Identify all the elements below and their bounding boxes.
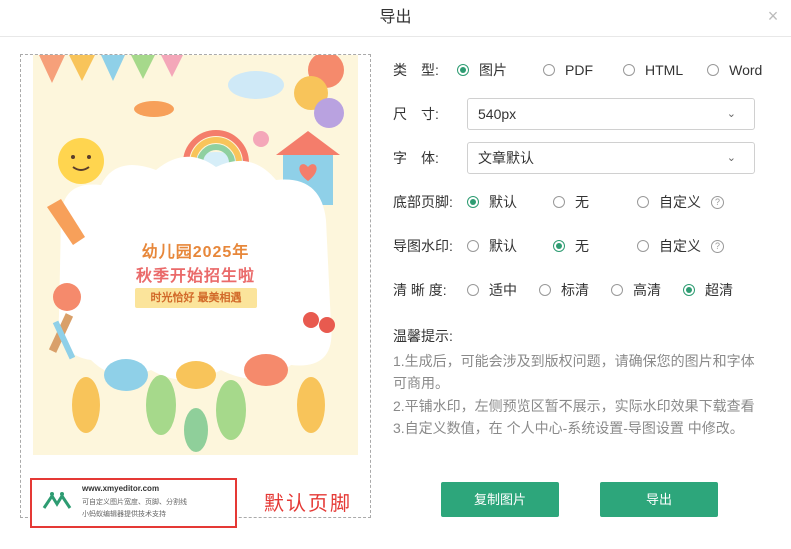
clarity-option-ultra[interactable]: 超清 <box>683 280 733 300</box>
tip-line-3: 3.自定义数值，在 个人中心-系统设置-导图设置 中修改。 <box>393 420 744 436</box>
copy-image-button[interactable]: 复制图片 <box>441 482 559 517</box>
preview-panel: 幼儿园2025年 秋季开始招生啦 时光恰好 最美相遇 <box>20 54 371 518</box>
radio-icon <box>623 64 635 76</box>
footer-url: www.xmyeditor.com <box>82 484 160 493</box>
type-option-html[interactable]: HTML <box>623 62 683 78</box>
font-value: 文章默认 <box>478 150 534 166</box>
size-select[interactable]: 540px ⌄ <box>467 98 755 130</box>
clarity-option-medium[interactable]: 适中 <box>467 280 517 300</box>
watermark-label: 导图水印: <box>393 238 453 254</box>
watermark-row: 导图水印: 默认 无 自定义 ? <box>393 234 724 258</box>
footer-option-custom[interactable]: 自定义 <box>637 192 701 212</box>
clarity-label: 清 晰 度: <box>393 282 447 298</box>
chevron-down-icon: ⌄ <box>726 108 736 120</box>
footer-option-default[interactable]: 默认 <box>467 192 517 212</box>
radio-icon <box>637 196 649 208</box>
chevron-down-icon: ⌄ <box>726 152 736 164</box>
type-option-word[interactable]: Word <box>707 62 762 78</box>
clarity-option-standard[interactable]: 标清 <box>539 280 589 300</box>
help-icon[interactable]: ? <box>711 239 724 253</box>
xmyeditor-logo-icon <box>42 492 72 509</box>
size-value: 540px <box>478 106 517 122</box>
footer-line-custom: 可自定义图片宽度、页脚、分割线 <box>82 499 187 506</box>
type-row: 类 型: 图片 PDF HTML Word <box>393 58 762 82</box>
size-label: 尺 寸: <box>393 106 439 122</box>
tip-line-1: 1.生成后，可能会涉及到版权问题，请确保您的图片和字体可商用。 <box>393 353 755 391</box>
font-select[interactable]: 文章默认 ⌄ <box>467 142 755 174</box>
clarity-row: 清 晰 度: 适中 标清 高清 超清 <box>393 278 733 302</box>
radio-icon <box>553 240 565 252</box>
default-footer-annotation: 默认页脚 <box>264 493 352 515</box>
poster-tagline: 时光恰好 最美相遇 <box>135 288 257 308</box>
radio-icon <box>457 64 469 76</box>
font-row: 字 体: <box>393 146 457 170</box>
footer-row: 底部页脚: 默认 无 自定义 ? <box>393 190 724 214</box>
radio-icon <box>611 284 623 296</box>
radio-icon <box>707 64 720 76</box>
type-option-pdf[interactable]: PDF <box>543 62 593 78</box>
tips-title: 温馨提示: <box>393 328 453 344</box>
radio-icon <box>467 196 479 208</box>
dialog-title: 导出 <box>379 9 412 26</box>
radio-icon <box>467 240 479 252</box>
size-row: 尺 寸: <box>393 102 457 126</box>
type-option-image[interactable]: 图片 <box>457 60 507 80</box>
watermark-option-none[interactable]: 无 <box>553 236 589 256</box>
default-footer-preview: www.xmyeditor.com 可自定义图片宽度、页脚、分割线 小蚂蚁编辑器… <box>30 478 237 528</box>
poster-illustration <box>33 55 358 455</box>
header-divider <box>0 36 791 37</box>
tip-line-2: 2.平铺水印，左侧预览区暂不展示，实际水印效果下载查看 <box>393 398 755 414</box>
footer-label: 底部页脚: <box>393 194 453 210</box>
radio-icon <box>683 284 695 296</box>
export-button[interactable]: 导出 <box>600 482 718 517</box>
radio-icon <box>467 284 479 296</box>
type-label: 类 型: <box>393 62 439 78</box>
radio-icon <box>543 64 555 76</box>
help-icon[interactable]: ? <box>711 195 724 209</box>
poster-subheadline: 秋季开始招生啦 <box>135 268 255 285</box>
radio-icon <box>539 284 551 296</box>
watermark-option-default[interactable]: 默认 <box>467 236 517 256</box>
poster-headline: 幼儿园2025年 <box>141 244 250 261</box>
clarity-option-high[interactable]: 高清 <box>611 280 661 300</box>
radio-icon <box>637 240 649 252</box>
watermark-option-custom[interactable]: 自定义 <box>637 236 701 256</box>
footer-line-support: 小蚂蚁编辑器提供技术支持 <box>82 511 166 518</box>
radio-icon <box>553 196 565 208</box>
footer-option-none[interactable]: 无 <box>553 192 589 212</box>
close-icon[interactable]: × <box>765 7 781 25</box>
font-label: 字 体: <box>393 150 439 166</box>
